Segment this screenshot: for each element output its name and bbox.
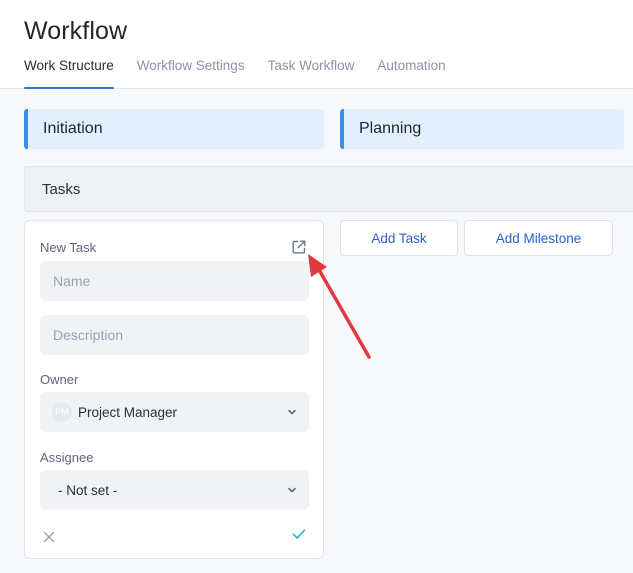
assignee-value: - Not set -	[58, 482, 118, 498]
phase-initiation[interactable]: Initiation	[24, 109, 324, 149]
close-icon[interactable]	[42, 530, 56, 544]
add-milestone-button[interactable]: Add Milestone	[464, 220, 613, 256]
owner-value: Project Manager	[78, 404, 178, 420]
check-icon[interactable]	[291, 526, 307, 542]
new-task-title: New Task	[40, 240, 97, 255]
phase-planning[interactable]: Planning	[340, 109, 624, 149]
tab-work-structure[interactable]: Work Structure	[24, 57, 114, 89]
task-name-input[interactable]	[40, 261, 309, 301]
assignee-select[interactable]: - Not set -	[40, 470, 309, 510]
page-header: Workflow Work Structure Workflow Setting…	[0, 0, 633, 89]
page-title: Workflow	[24, 17, 128, 45]
add-task-button[interactable]: Add Task	[340, 220, 458, 256]
owner-label: Owner	[40, 372, 79, 387]
task-description-input[interactable]	[40, 315, 309, 355]
assignee-label: Assignee	[40, 450, 94, 465]
tab-bar: Work Structure Workflow Settings Task Wo…	[24, 57, 469, 89]
new-task-card: New Task Owner PM Project Manager Assign…	[24, 220, 324, 559]
owner-avatar: PM	[52, 402, 72, 422]
tasks-section-header: Tasks	[24, 166, 633, 212]
chevron-down-icon	[288, 409, 296, 415]
chevron-down-icon	[288, 487, 296, 493]
tab-task-workflow[interactable]: Task Workflow	[268, 57, 355, 89]
owner-select[interactable]: PM Project Manager	[40, 392, 309, 432]
external-link-icon[interactable]	[290, 238, 308, 256]
tab-automation[interactable]: Automation	[377, 57, 445, 89]
tab-workflow-settings[interactable]: Workflow Settings	[137, 57, 245, 89]
work-structure-content: Initiation Planning Tasks New Task Owner…	[0, 89, 633, 573]
